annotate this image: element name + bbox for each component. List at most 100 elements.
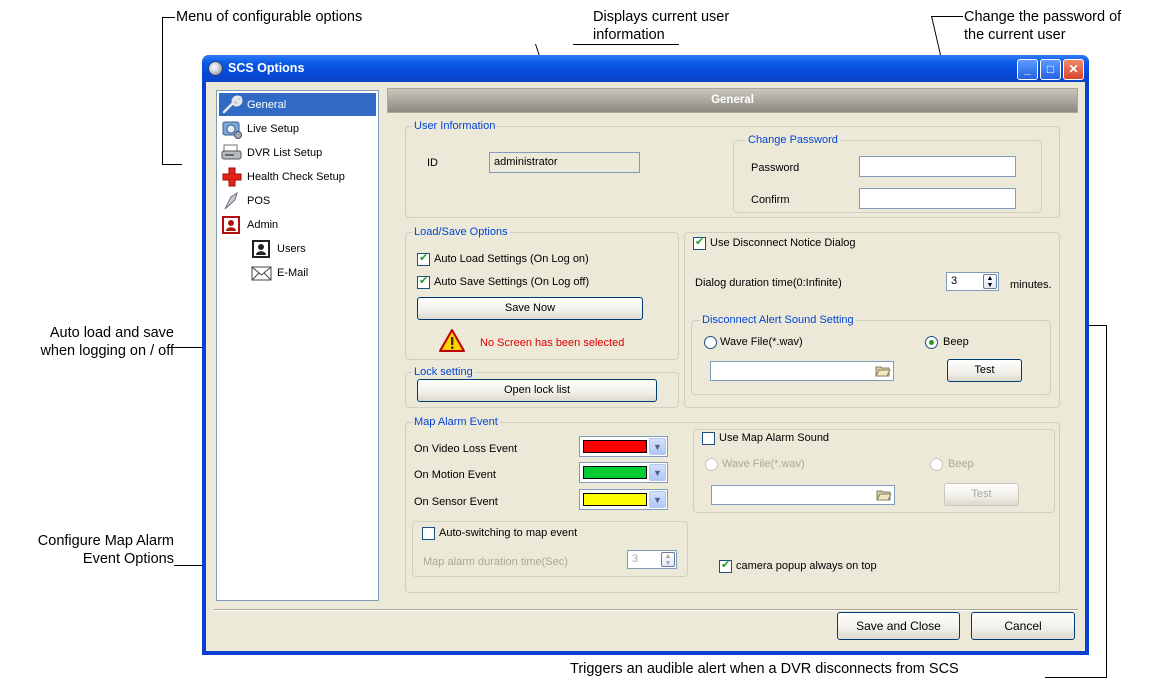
menu-item-pos[interactable]: POS [221,190,270,211]
menu-item-email[interactable]: E-Mail [251,262,308,283]
motion-label: On Motion Event [414,469,496,481]
map-beep-radio[interactable] [930,458,943,471]
group-legend: Load/Save Options [412,226,510,239]
menu-item-label: General [247,98,287,111]
disconnect-test-button[interactable]: Test [947,359,1022,382]
group-legend: Lock setting [412,366,475,379]
dialog-duration-value: 3 [951,275,958,287]
window-client-area: General Live Setup DVR List Setup Health… [206,82,1085,651]
map-alarm-sound-group: Use Map Alarm Sound Wave File(*.wav) Bee… [693,429,1055,513]
spin-updown-icon[interactable]: ▲ ▼ [661,552,675,567]
group-legend: User Information [412,120,498,133]
user-id-field: administrator [489,152,640,173]
sensor-color-select[interactable]: ▼ [579,489,668,510]
menu-item-admin[interactable]: Admin [221,214,278,235]
chevron-down-icon[interactable]: ▼ [649,464,666,481]
pos-icon [221,191,243,211]
email-icon [251,263,273,283]
menu-item-label: POS [247,194,271,207]
dialog-duration-spinner[interactable]: 3 ▲ ▼ [946,272,999,291]
map-test-button[interactable]: Test [944,483,1019,506]
leader-line [1045,677,1107,678]
disconnect-notice-label: Use Disconnect Notice Dialog [710,237,856,249]
callout-autoload-1: Auto load and save [49,325,174,341]
open-lock-list-button[interactable]: Open lock list [417,379,657,402]
live-setup-icon [221,119,243,139]
folder-open-icon[interactable] [875,364,891,378]
menu-item-label: Live Setup [247,122,299,135]
title-bar[interactable]: SCS Options _ □ ✕ [202,55,1089,82]
menu-item-label: Health Check Setup [247,170,345,183]
map-wave-file-radio[interactable] [705,458,718,471]
password-label: Password [751,162,800,174]
menu-item-general[interactable]: General [221,94,286,115]
map-alarm-duration-label: Map alarm duration time(Sec) [423,556,568,568]
color-swatch [583,466,647,479]
map-alarm-duration-spinner[interactable]: 3 ▲ ▼ [627,550,677,569]
menu-item-dvr-list-setup[interactable]: DVR List Setup [221,142,322,163]
callout-autoload-2: when logging on / off [40,343,174,359]
auto-switching-group: Auto-switching to map event Map alarm du… [412,521,688,577]
callout-map-1: Configure Map Alarm [37,533,174,549]
minimize-button[interactable]: _ [1017,59,1038,80]
confirm-password-field[interactable] [859,188,1016,209]
beep-radio[interactable] [925,336,938,349]
menu-item-label: Users [277,242,306,255]
auto-load-checkbox[interactable] [417,251,430,266]
video-loss-label: On Video Loss Event [414,443,518,455]
callout-user-info-2: information [593,27,665,43]
callout-password-1: Change the password of [964,9,1122,25]
map-alarm-duration-value: 3 [632,553,639,565]
disconnect-sound-group: Disconnect Alert Sound Setting Wave File… [691,314,1051,395]
camera-popup-top-checkbox[interactable] [719,558,732,573]
wave-file-radio[interactable] [704,336,717,349]
dialog-duration-unit: minutes. [1010,279,1052,291]
spin-updown-icon[interactable]: ▲ ▼ [983,274,997,289]
menu-item-health-check-setup[interactable]: Health Check Setup [221,166,345,187]
motion-color-select[interactable]: ▼ [579,462,668,483]
group-legend: Map Alarm Event [412,416,500,429]
menu-item-label: Admin [247,218,279,231]
cancel-button[interactable]: Cancel [971,612,1075,640]
chevron-down-icon[interactable]: ▼ [649,438,666,455]
load-save-options-group: Load/Save Options Auto Load Settings (On… [405,226,679,360]
dvr-list-icon [221,143,243,163]
disconnect-notice-group: Use Disconnect Notice Dialog Dialog dura… [684,232,1060,408]
video-loss-color-select[interactable]: ▼ [579,436,668,457]
save-now-button[interactable]: Save Now [417,297,643,320]
app-icon [208,61,223,76]
color-swatch [583,440,647,453]
menu-item-users[interactable]: Users [251,238,306,259]
change-password-group: Change Password Password Confirm [733,134,1042,213]
auto-switching-label: Auto-switching to map event [439,527,578,539]
folder-open-icon[interactable] [876,488,892,502]
users-icon [251,239,273,259]
beep-label: Beep [943,336,969,348]
sensor-label: On Sensor Event [414,496,498,508]
close-button[interactable]: ✕ [1063,59,1084,80]
leader-line [931,16,963,17]
warning-message: No Screen has been selected [480,337,625,349]
auto-save-checkbox[interactable] [417,274,430,289]
map-beep-label: Beep [948,458,974,470]
options-window: SCS Options _ □ ✕ General Live Setup DVR… [202,55,1089,655]
map-wave-file-path-field[interactable] [711,485,895,505]
use-map-alarm-sound-label: Use Map Alarm Sound [719,432,830,444]
wave-file-label: Wave File(*.wav) [720,336,803,348]
chevron-down-icon[interactable]: ▼ [649,491,666,508]
leader-line [162,17,163,165]
disconnect-notice-checkbox[interactable] [693,235,706,250]
maximize-button[interactable]: □ [1040,59,1061,80]
group-legend: Disconnect Alert Sound Setting [700,314,856,327]
leader-line [162,164,182,165]
section-header: General [387,88,1078,113]
save-and-close-button[interactable]: Save and Close [837,612,960,640]
menu-item-label: DVR List Setup [247,146,323,159]
callout-password-2: the current user [964,27,1066,43]
password-field[interactable] [859,156,1016,177]
use-map-alarm-sound-checkbox[interactable] [702,432,715,445]
menu-item-live-setup[interactable]: Live Setup [221,118,299,139]
auto-switching-checkbox[interactable] [422,527,435,540]
wave-file-path-field[interactable] [710,361,894,381]
wrench-icon [221,95,243,115]
